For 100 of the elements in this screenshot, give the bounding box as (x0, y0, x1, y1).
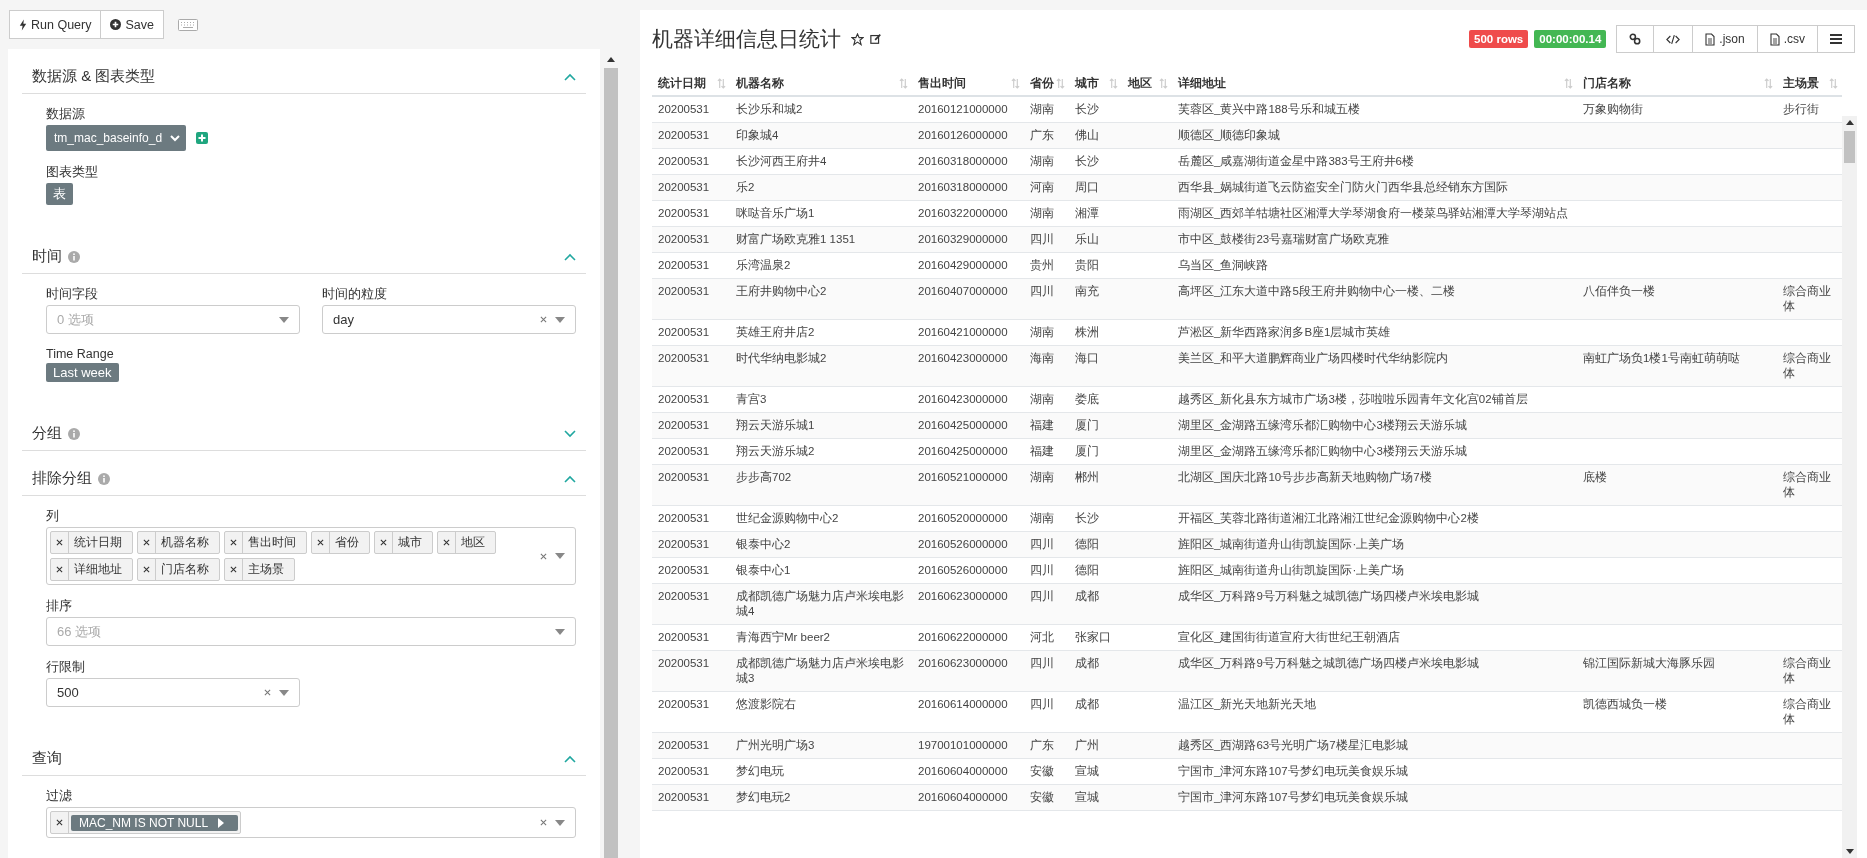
save-button[interactable]: Save (101, 10, 164, 39)
table-cell: 成华区_万科路9号万科魅之城凯德广场四楼卢米埃电影城 (1178, 657, 1479, 669)
table-cell: 20160421000000 (918, 326, 1008, 338)
remove-icon[interactable] (56, 566, 63, 573)
table-cell: 英雄王府井店2 (736, 326, 815, 338)
collapse-icon[interactable] (564, 474, 576, 483)
scroll-thumb[interactable] (1844, 131, 1855, 163)
table-cell: 底楼 (1583, 471, 1607, 483)
table-cell: 八佰伴负一楼 (1583, 285, 1655, 297)
remove-icon[interactable] (143, 539, 150, 546)
multi-select-field[interactable]: MAC_NM IS NOT NULL (46, 807, 576, 838)
code-button[interactable] (1654, 25, 1694, 53)
expand-icon[interactable] (564, 429, 576, 438)
table-cell: 宁国市_津河东路107号梦幻电玩美食娱乐城 (1178, 765, 1408, 777)
clear-icon[interactable] (540, 552, 547, 560)
scroll-up-icon[interactable] (607, 57, 615, 62)
column-header[interactable]: 售出时间 (918, 76, 966, 91)
table-cell: 高坪区_江东大道中路5段王府井购物中心一楼、二楼 (1178, 285, 1455, 297)
table-cell: 长沙 (1075, 512, 1099, 524)
dropdown-arrow-icon[interactable] (555, 628, 565, 635)
tag[interactable]: MAC_NM IS NOT NULL (71, 814, 239, 831)
json-export-button[interactable]: .json (1693, 25, 1758, 53)
table-cell: 印象城4 (736, 129, 779, 141)
section-title: 分组 (32, 424, 62, 443)
table-cell: 20200531 (658, 393, 710, 405)
field-label: 过滤 (46, 788, 72, 805)
table-cell: 郴州 (1075, 471, 1099, 483)
add-icon[interactable] (196, 132, 209, 144)
section-title: 数据源 & 图表类型 (32, 67, 156, 86)
select-field[interactable]: day (322, 305, 576, 334)
table-cell: 湖南 (1030, 512, 1054, 524)
scroll-down-icon[interactable] (1845, 849, 1854, 854)
column-header[interactable]: 城市 (1075, 76, 1099, 91)
link-icon (1629, 33, 1642, 45)
select-field[interactable]: 500 (46, 678, 300, 707)
table-cell: 娄底 (1075, 393, 1099, 405)
remove-icon[interactable] (443, 539, 450, 546)
value-chip[interactable]: Last week (46, 363, 119, 382)
run-query-button[interactable]: Run Query (9, 10, 102, 39)
dropdown-arrow-icon[interactable] (279, 316, 289, 323)
value-chip[interactable]: 表 (46, 183, 73, 205)
remove-icon[interactable] (230, 539, 237, 546)
remove-icon[interactable] (317, 539, 324, 546)
table-cell: 20160423000000 (918, 352, 1008, 364)
column-header[interactable]: 统计日期 (658, 76, 706, 91)
table-cell: 20200531 (658, 155, 710, 167)
column-header[interactable]: 省份 (1030, 76, 1054, 91)
table-cell: 20200531 (658, 181, 710, 193)
table-cell: 越秀区_西湖路63号光明广场7楼星汇电影城 (1178, 739, 1408, 751)
collapse-icon[interactable] (564, 72, 576, 81)
column-header[interactable]: 主场景 (1783, 76, 1819, 91)
table-cell: 越秀区_新化县东方城市广场3楼，莎啦啦乐园青年文化宫02铺首层 (1178, 393, 1528, 405)
table-cell: 世纪金源购物中心2 (736, 512, 839, 524)
scroll-up-icon[interactable] (1845, 120, 1854, 125)
table-cell: 湖南 (1030, 326, 1054, 338)
csv-export-button[interactable]: .csv (1757, 25, 1818, 53)
dropdown-arrow-icon[interactable] (279, 689, 289, 696)
remove-icon[interactable] (230, 566, 237, 573)
dropdown-arrow-icon[interactable] (555, 819, 565, 826)
table-cell: 张家口 (1075, 631, 1111, 643)
keyboard-icon[interactable] (177, 18, 198, 31)
table-cell: 四川 (1030, 564, 1054, 576)
clear-icon[interactable] (540, 819, 547, 826)
remove-icon[interactable] (143, 566, 150, 573)
table-cell: 宣城 (1075, 765, 1099, 777)
dropdown-arrow-icon[interactable] (555, 553, 565, 559)
clear-icon[interactable] (264, 689, 271, 696)
triangle-icon (218, 817, 225, 828)
section-title: 排除分组 (32, 469, 92, 488)
star-icon[interactable] (851, 32, 864, 46)
column-header[interactable]: 地区 (1128, 76, 1152, 91)
collapse-icon[interactable] (564, 252, 576, 261)
table-cell: 20200531 (658, 739, 710, 751)
table-cell: 20200531 (658, 419, 710, 431)
table-cell: 步步高702 (736, 471, 792, 483)
field-label: 行限制 (46, 659, 85, 676)
datasource-dropdown[interactable]: tm_mac_baseinfo_d (46, 125, 187, 151)
table-cell: 美兰区_和平大道鹏辉商业广场四楼时代华纳影院内 (1178, 352, 1449, 364)
column-header[interactable]: 详细地址 (1178, 76, 1226, 91)
remove-icon[interactable] (56, 819, 63, 826)
field-label: 时间的粒度 (322, 286, 387, 303)
table-cell: 海口 (1075, 352, 1099, 364)
table-cell: 王府井购物中心2 (736, 285, 827, 297)
scrollbar[interactable] (1842, 116, 1857, 858)
dropdown-arrow-icon[interactable] (555, 316, 565, 323)
table-cell: 贵阳 (1075, 259, 1099, 271)
link-button[interactable] (1616, 25, 1655, 53)
table-cell: 广东 (1030, 129, 1054, 141)
column-header[interactable]: 门店名称 (1583, 76, 1631, 91)
column-header[interactable]: 机器名称 (736, 76, 784, 91)
menu-button[interactable] (1818, 25, 1855, 53)
clear-icon[interactable] (540, 316, 547, 323)
remove-icon[interactable] (56, 539, 63, 546)
remove-icon[interactable] (380, 539, 387, 546)
table-cell: 乐2 (736, 181, 755, 193)
table-cell: 海南 (1030, 352, 1054, 364)
edit-icon[interactable] (870, 33, 882, 45)
multi-select-field[interactable]: 统计日期 机器名称 售出时间 省份 城市 地区 详细地址 门店名称 主场景 (46, 527, 576, 585)
table-cell: 20200531 (658, 326, 710, 338)
collapse-icon[interactable] (564, 754, 576, 763)
